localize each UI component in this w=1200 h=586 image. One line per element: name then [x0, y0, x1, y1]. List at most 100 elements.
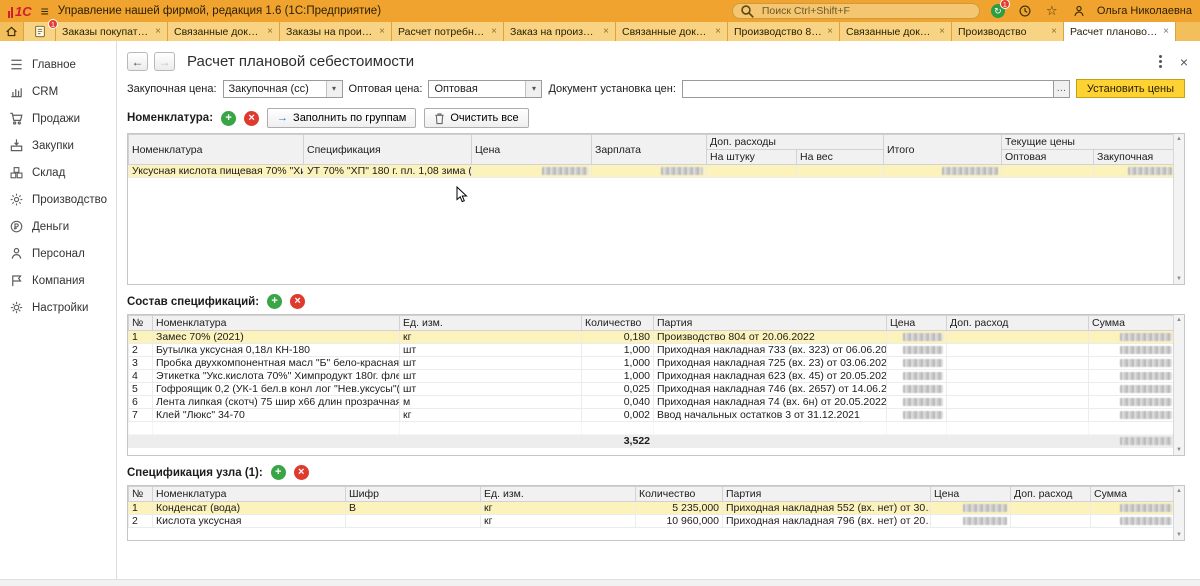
- cell-num[interactable]: 3: [129, 357, 153, 370]
- cell-extra-per-weight[interactable]: [797, 165, 884, 178]
- col-header[interactable]: Текущие цены: [1002, 135, 1176, 150]
- close-icon[interactable]: ×: [715, 26, 721, 37]
- delete-row-button[interactable]: ×: [244, 111, 259, 126]
- cell-sum[interactable]: [1091, 502, 1176, 515]
- cell-sum[interactable]: [1089, 357, 1176, 370]
- close-icon[interactable]: ×: [939, 26, 945, 37]
- close-icon[interactable]: ×: [1051, 26, 1057, 37]
- cell-price[interactable]: [931, 502, 1011, 515]
- cell-sum[interactable]: [1089, 409, 1176, 422]
- cell-current-wholesale[interactable]: [1002, 165, 1094, 178]
- cell-code[interactable]: В: [346, 502, 481, 515]
- tab-production-orders[interactable]: Заказы на прои…×: [280, 22, 392, 41]
- cell-extra[interactable]: [947, 383, 1089, 396]
- col-header[interactable]: Зарплата: [592, 135, 707, 165]
- tab-production-8[interactable]: Производство 8…×: [728, 22, 840, 41]
- cell-salary[interactable]: [592, 165, 707, 178]
- delete-row-button[interactable]: ×: [290, 294, 305, 309]
- user-icon[interactable]: [1070, 2, 1088, 20]
- cell-price[interactable]: [887, 409, 947, 422]
- cell-qty[interactable]: 5 235,000: [636, 502, 723, 515]
- cell-sum[interactable]: [1091, 515, 1176, 528]
- more-button[interactable]: [1157, 53, 1164, 70]
- scroll-down-icon[interactable]: ▼: [1176, 532, 1182, 538]
- table-row[interactable]: Уксусная кислота пищевая 70% "ХимПро… УТ…: [129, 165, 1176, 178]
- scroll-up-icon[interactable]: ▲: [1176, 317, 1182, 323]
- cell-extra-per-item[interactable]: [707, 165, 797, 178]
- cell-unit[interactable]: кг: [400, 331, 582, 344]
- table-row[interactable]: [129, 422, 1176, 435]
- cell-sum[interactable]: [1089, 370, 1176, 383]
- cell-name[interactable]: Гофроящик 0,2 (УК-1 бел.в конл лог "Нев.…: [153, 383, 400, 396]
- cell-extra[interactable]: [947, 370, 1089, 383]
- cell-qty[interactable]: 1,000: [582, 357, 654, 370]
- cell-num[interactable]: 1: [129, 502, 153, 515]
- close-icon[interactable]: ×: [379, 26, 385, 37]
- cell-qty[interactable]: 1,000: [582, 370, 654, 383]
- col-header[interactable]: Цена: [887, 316, 947, 331]
- cell-unit[interactable]: шт: [400, 344, 582, 357]
- col-header[interactable]: Партия: [654, 316, 887, 331]
- cell-nomenclature[interactable]: Уксусная кислота пищевая 70% "ХимПро…: [129, 165, 304, 178]
- add-row-button[interactable]: +: [221, 111, 236, 126]
- cell-name[interactable]: Бутылка уксусная 0,18л КН-180: [153, 344, 400, 357]
- cell-price[interactable]: [887, 331, 947, 344]
- cell-name[interactable]: Кислота уксусная: [153, 515, 346, 528]
- table-row[interactable]: 1 Конденсат (вода) В кг 5 235,000 Приход…: [129, 502, 1176, 515]
- cell-name[interactable]: Пробка двухкомпонентная масл "Б" бело-кр…: [153, 357, 400, 370]
- col-header[interactable]: Оптовая: [1002, 150, 1094, 165]
- col-header[interactable]: Номенклатура: [153, 316, 400, 331]
- wholesale-price-select[interactable]: Оптовая ▾: [428, 80, 542, 98]
- col-header[interactable]: На вес: [797, 150, 884, 165]
- cell-extra[interactable]: [947, 344, 1089, 357]
- sidebar-item-personnel[interactable]: Персонал: [0, 240, 116, 267]
- tab-planned-cost[interactable]: Расчет планово…×: [1064, 22, 1176, 41]
- scroll-up-icon[interactable]: ▲: [1176, 136, 1182, 142]
- tab-requirements-calc[interactable]: Расчет потребн…×: [392, 22, 504, 41]
- col-header[interactable]: Ед. изм.: [481, 487, 636, 502]
- col-header[interactable]: Количество: [636, 487, 723, 502]
- add-row-button[interactable]: +: [267, 294, 282, 309]
- cell-price[interactable]: [887, 383, 947, 396]
- cell-current-purchase[interactable]: [1094, 165, 1176, 178]
- tab-customer-orders[interactable]: Заказы покупат…×: [56, 22, 168, 41]
- col-header[interactable]: Номенклатура: [153, 487, 346, 502]
- cell-unit[interactable]: шт: [400, 357, 582, 370]
- tab-notifications[interactable]: 1: [24, 22, 56, 41]
- col-header[interactable]: Количество: [582, 316, 654, 331]
- col-header[interactable]: На штуку: [707, 150, 797, 165]
- cell-batch[interactable]: Приходная накладная 746 (вх. 2657) от 14…: [654, 383, 887, 396]
- forward-button[interactable]: →: [154, 52, 175, 71]
- cell-sum[interactable]: [1089, 383, 1176, 396]
- cell-sum[interactable]: [1089, 331, 1176, 344]
- global-search[interactable]: [732, 3, 980, 19]
- cell-num[interactable]: 6: [129, 396, 153, 409]
- vertical-scrollbar[interactable]: ▲ ▼: [1173, 315, 1184, 455]
- cell-batch[interactable]: Приходная накладная 796 (вх. нет) от 20…: [723, 515, 931, 528]
- close-icon[interactable]: ×: [267, 26, 273, 37]
- col-header[interactable]: Итого: [884, 135, 1002, 165]
- cell-num[interactable]: 1: [129, 331, 153, 344]
- table-row[interactable]: 5 Гофроящик 0,2 (УК-1 бел.в конл лог "Не…: [129, 383, 1176, 396]
- cell-batch[interactable]: Ввод начальных остатков 3 от 31.12.2021: [654, 409, 887, 422]
- cell-extra[interactable]: [947, 357, 1089, 370]
- cell-price[interactable]: [472, 165, 592, 178]
- close-icon[interactable]: ×: [603, 26, 609, 37]
- col-header[interactable]: Доп. расходы: [707, 135, 884, 150]
- scroll-down-icon[interactable]: ▼: [1176, 447, 1182, 453]
- col-header[interactable]: Спецификация: [304, 135, 472, 165]
- cell-name[interactable]: Конденсат (вода): [153, 502, 346, 515]
- clear-all-button[interactable]: Очистить все: [424, 108, 528, 128]
- back-button[interactable]: ←: [127, 52, 148, 71]
- col-header[interactable]: Доп. расход: [947, 316, 1089, 331]
- table-row[interactable]: 2 Бутылка уксусная 0,18л КН-180 шт 1,000…: [129, 344, 1176, 357]
- col-header[interactable]: Ед. изм.: [400, 316, 582, 331]
- horizontal-scrollbar[interactable]: [0, 579, 1200, 586]
- col-header[interactable]: Сумма: [1089, 316, 1176, 331]
- cell-qty[interactable]: 0,180: [582, 331, 654, 344]
- search-input[interactable]: [760, 4, 972, 18]
- cell-price[interactable]: [887, 357, 947, 370]
- cell-num[interactable]: 7: [129, 409, 153, 422]
- cell-name[interactable]: Клей "Люкс" 34-70: [153, 409, 400, 422]
- table-row[interactable]: 4 Этикетка "Укс.кислота 70%" Химпродукт …: [129, 370, 1176, 383]
